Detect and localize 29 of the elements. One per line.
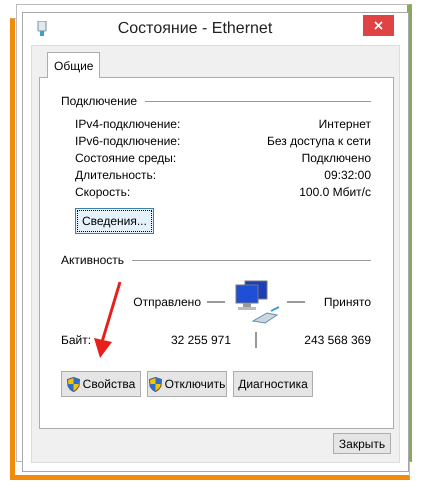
bytes-label: Байт: [61,333,92,347]
section-heading: Активность [61,252,124,269]
field-value: Без доступа к сети [267,133,371,150]
sent-label: Отправлено [133,295,201,309]
shield-icon [66,376,80,392]
close-button[interactable] [363,15,394,36]
action-button[interactable]: Свойства [61,371,141,397]
field-label: IPv6-подключение: [75,133,180,150]
field-label: Состояние среды: [75,150,176,167]
details-button[interactable]: Сведения... [75,208,154,234]
field-label: IPv4-подключение: [75,116,180,133]
close-icon [374,21,383,30]
received-label: Принято [324,295,371,309]
section-heading: Подключение [61,93,138,110]
field-value: 09:32:00 [324,167,371,184]
field-value: Интернет [318,116,371,133]
action-button[interactable]: Отключить [147,371,227,397]
tab[interactable]: Общие [47,52,100,78]
close-dialog-button[interactable]: Закрыть [333,433,391,454]
field-value: Подключено [302,150,371,167]
received-bytes: 243 568 369 [304,333,371,347]
field-label: Длительность: [75,167,156,184]
field-label: Скорость: [75,184,130,201]
window-title: Состояние - Ethernet [116,19,274,39]
field-value: 100.0 Мбит/с [299,184,371,201]
sent-bytes: 32 255 971 [170,333,231,347]
ethernet-icon [37,21,47,37]
shield-icon [148,376,162,392]
action-button[interactable]: Диагностика [233,371,313,397]
